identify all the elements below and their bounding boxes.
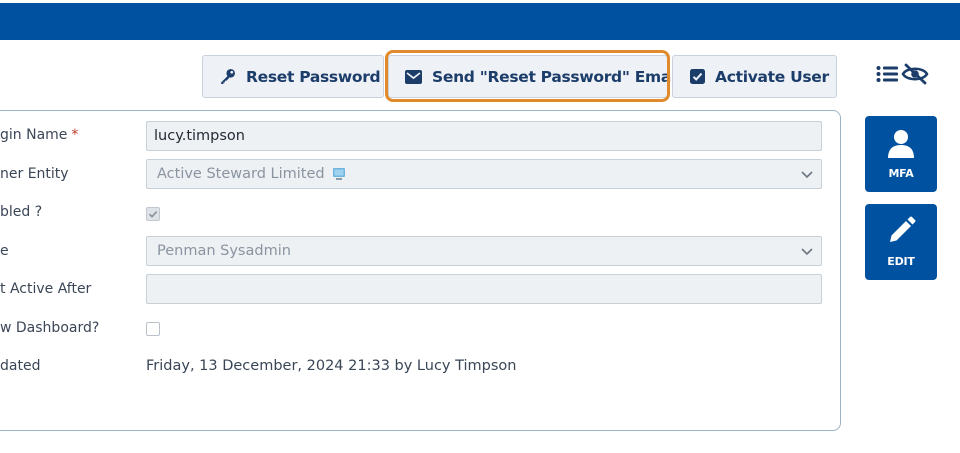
owner-entity-label: ner Entity <box>0 166 69 182</box>
show-dashboard-label: w Dashboard? <box>0 320 100 336</box>
login-name-label: gin Name * <box>0 127 79 143</box>
role-select[interactable]: Penman Sysadmin <box>146 236 822 266</box>
activate-user-label: Activate User <box>715 67 829 86</box>
activate-user-button[interactable]: Activate User <box>672 55 837 98</box>
chevron-down-icon <box>801 248 813 256</box>
envelope-icon <box>405 69 422 84</box>
updated-label: dated <box>0 358 41 374</box>
login-name-value: lucy.timpson <box>154 128 245 144</box>
pencil-icon <box>886 216 916 250</box>
role-value: Penman Sysadmin <box>157 243 291 259</box>
key-icon <box>219 68 236 85</box>
enabled-label: bled ? <box>0 204 43 220</box>
not-active-after-field[interactable] <box>146 274 822 304</box>
list-icon[interactable] <box>876 65 898 87</box>
show-dashboard-checkbox[interactable] <box>146 322 160 336</box>
chevron-down-icon <box>801 171 813 179</box>
view-toggle[interactable] <box>876 63 930 89</box>
enabled-checkbox[interactable] <box>146 207 160 221</box>
mfa-label: MFA <box>888 167 914 180</box>
reset-password-label: Reset Password <box>246 67 381 86</box>
eye-slash-icon[interactable] <box>901 63 929 89</box>
role-label: e <box>0 243 9 259</box>
check-square-icon <box>690 69 705 84</box>
updated-value: Friday, 13 December, 2024 21:33 by Lucy … <box>146 358 517 374</box>
login-name-field[interactable]: lucy.timpson <box>146 121 822 151</box>
edit-label: EDIT <box>887 255 915 268</box>
edit-button[interactable]: EDIT <box>865 204 937 280</box>
user-icon <box>886 128 916 162</box>
top-header-bar <box>0 0 960 40</box>
send-reset-password-email-label: Send "Reset Password" Email <box>432 67 682 86</box>
owner-entity-select[interactable]: Active Steward Limited <box>146 159 822 189</box>
reset-password-button[interactable]: Reset Password <box>202 55 384 98</box>
required-indicator: * <box>71 127 79 143</box>
owner-entity-value: Active Steward Limited <box>157 166 325 182</box>
send-reset-password-email-button[interactable]: Send "Reset Password" Email <box>388 55 681 98</box>
mfa-button[interactable]: MFA <box>865 116 937 192</box>
not-active-after-label: t Active After <box>0 281 92 297</box>
computer-icon <box>332 167 346 181</box>
